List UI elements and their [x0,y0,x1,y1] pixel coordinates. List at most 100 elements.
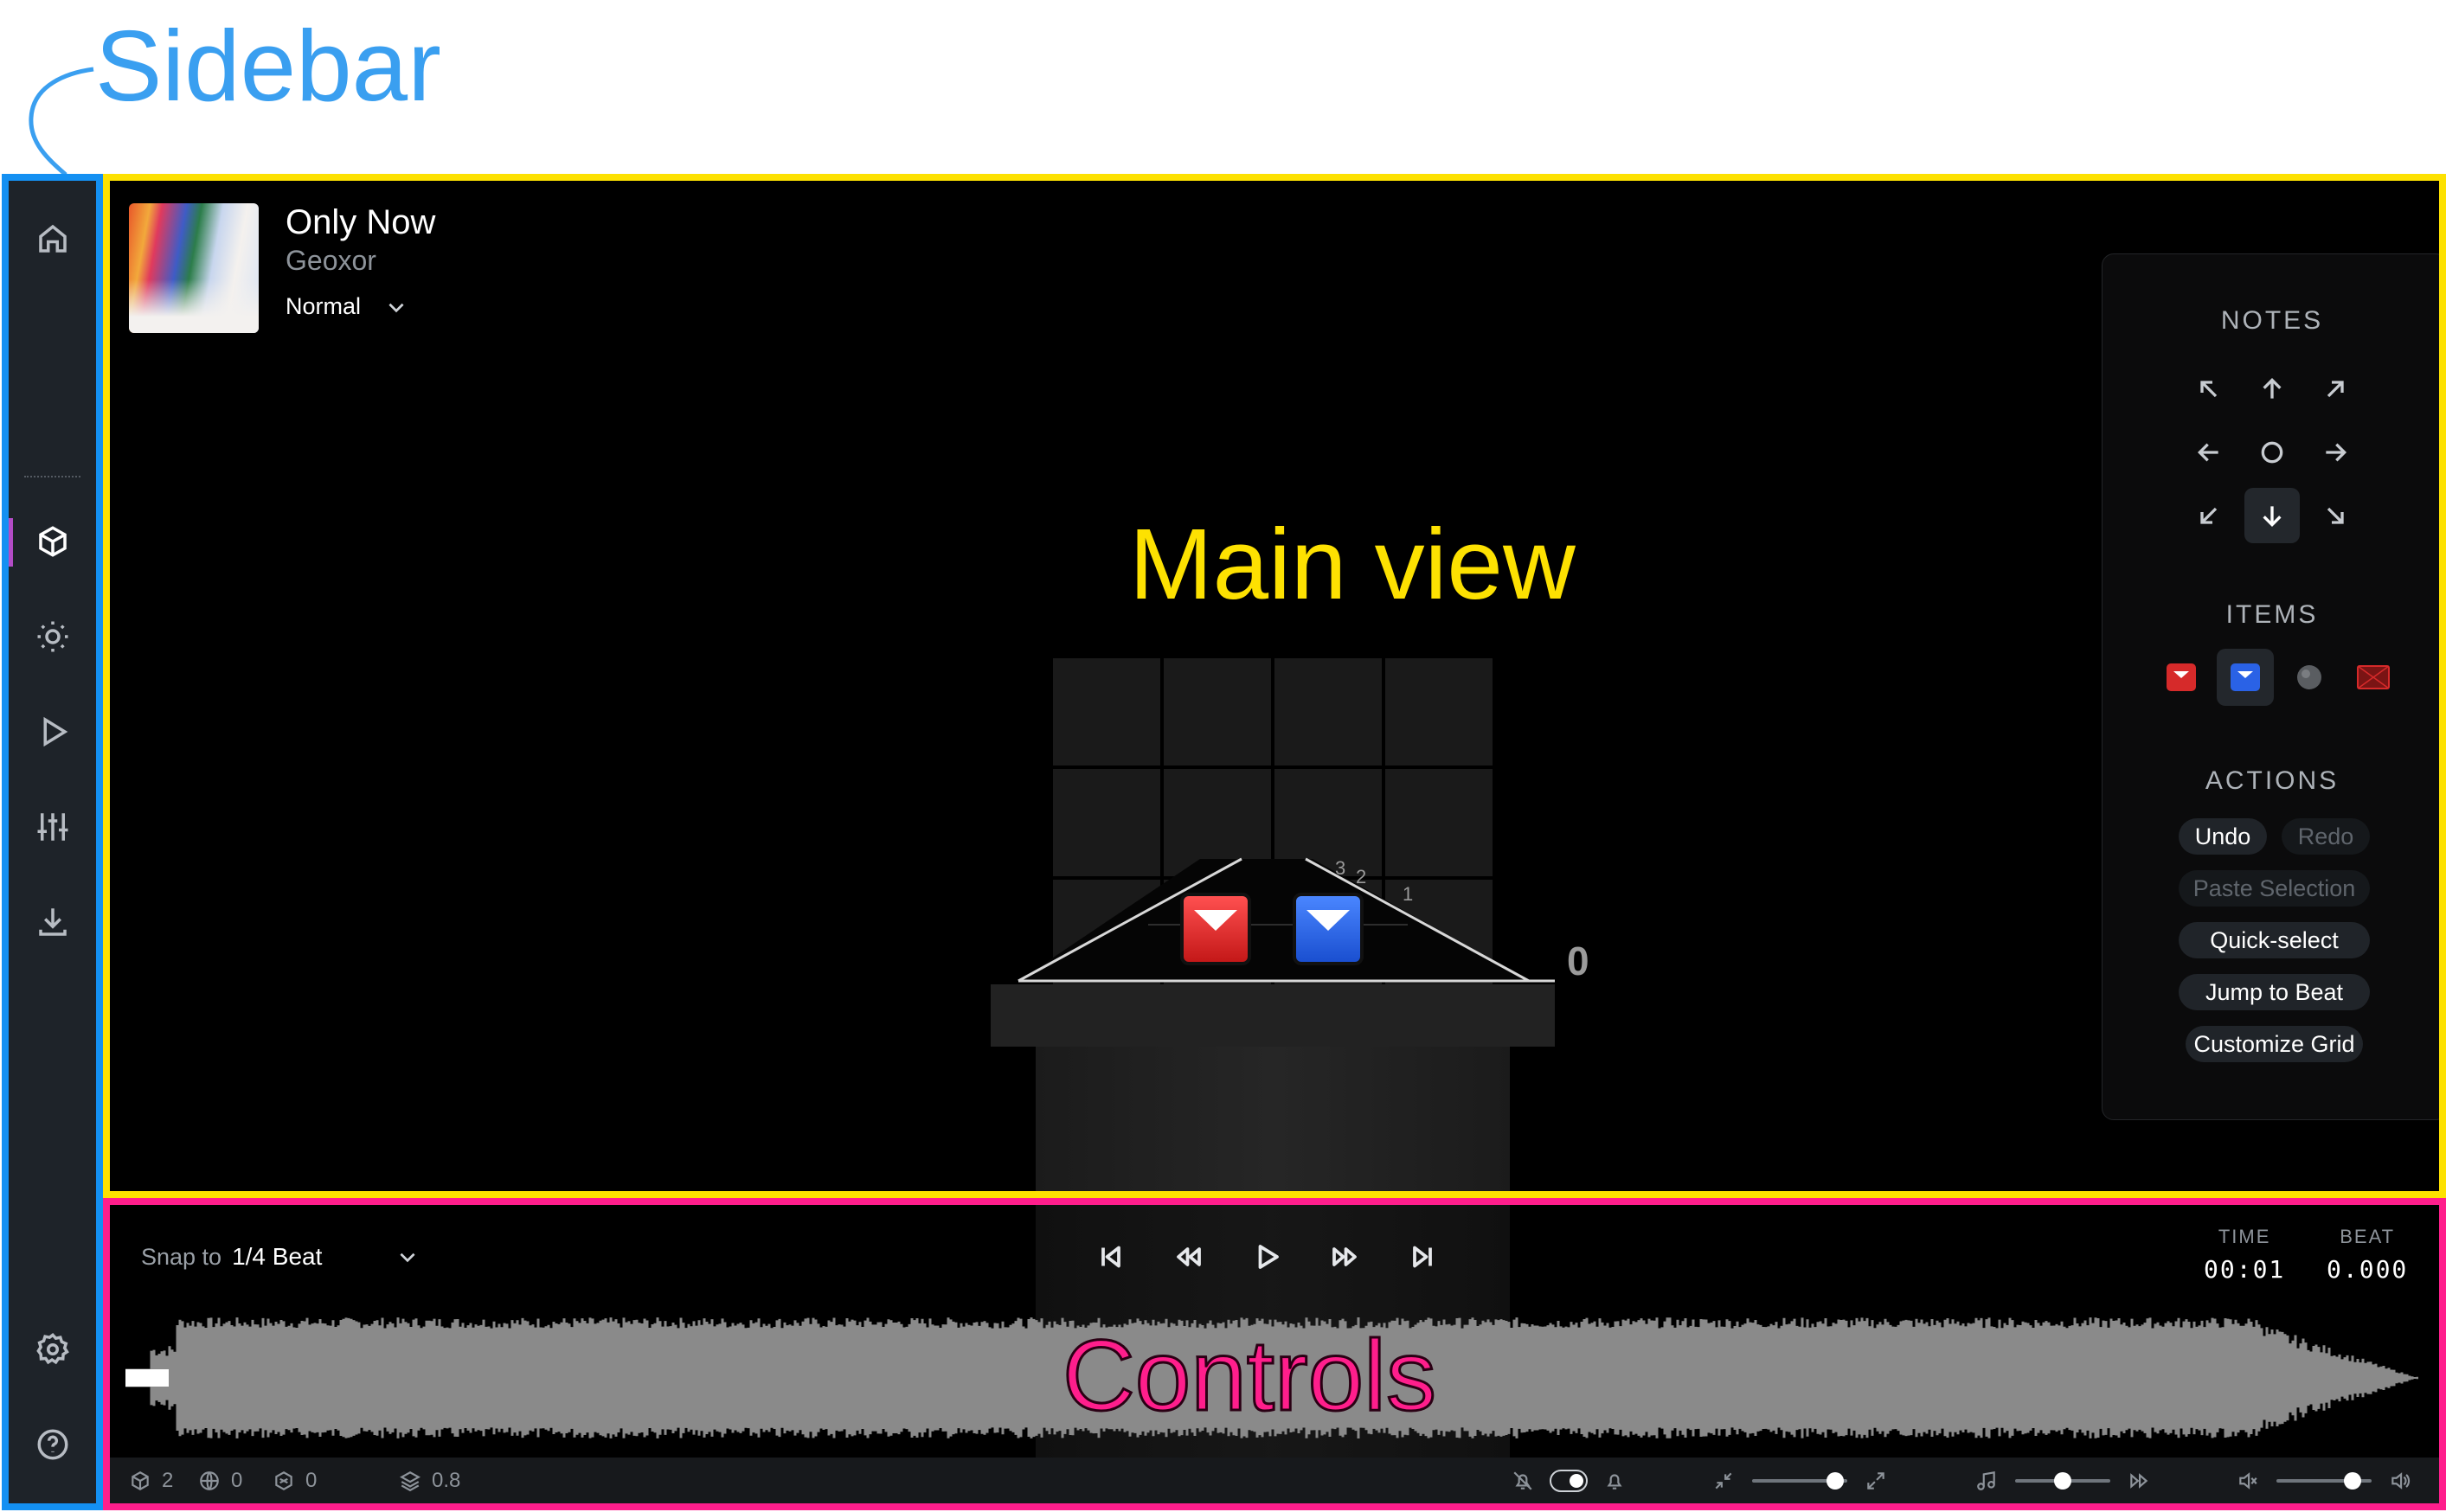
volume-slider-knob[interactable] [2344,1471,2361,1490]
music-note-icon [1977,1470,1995,1490]
snap-label: Snap to [141,1243,222,1270]
minimize-icon [1715,1472,1732,1489]
item-bomb-button[interactable] [2281,649,2338,706]
arrow-up-icon [2263,377,2282,399]
playback-speed-slider-knob[interactable] [2054,1471,2071,1490]
actions-header: ACTIONS [2205,766,2340,795]
direction-down-button[interactable] [2244,488,2300,543]
volume-slider[interactable] [2276,1471,2372,1490]
track-lines [1018,857,1555,983]
playback-speed-control [1975,1458,2150,1503]
blue-note-block[interactable] [1293,893,1364,965]
time-label: TIME [2218,1226,2271,1247]
song-title: Only Now [286,203,436,241]
sidebar-item-preview[interactable] [26,705,80,759]
layers-icon [400,1470,421,1491]
redo-button[interactable]: Redo [2282,818,2370,855]
cube-outline-icon [275,1470,292,1490]
undo-button[interactable]: Undo [2179,818,2267,855]
down-arrow-marker-icon [1306,910,1350,931]
sidebar-item-lighting[interactable] [26,610,80,663]
arrow-up-left-icon [2200,381,2218,398]
zoom-slider-knob[interactable] [1826,1471,1844,1490]
rewind-icon [1177,1247,1201,1266]
sidebar-annotation-leader [29,67,94,176]
arrow-down-icon [2263,506,2282,528]
chevron-down-icon [400,1253,415,1263]
sidebar-active-indicator [9,518,13,567]
jump-to-beat-button[interactable]: Jump to Beat [2179,974,2370,1010]
metronome-control [1512,1458,1626,1503]
item-blue-block-button[interactable] [2217,649,2274,706]
notes-count-value: 2 [162,1468,174,1492]
sidebar-item-download[interactable] [26,895,80,949]
rewind-button[interactable] [1168,1236,1210,1278]
arrow-left-icon [2197,443,2218,462]
zoom-slider[interactable] [1752,1471,1847,1490]
sidebar-item-notes[interactable] [26,515,80,568]
obstacles-count: 0 [273,1458,317,1503]
download-icon [39,908,67,936]
opacity-control[interactable]: 0.8 [399,1458,460,1503]
quick-select-button[interactable]: Quick-select [2179,922,2370,958]
fast-forward-button[interactable] [1324,1236,1365,1278]
paste-selection-button[interactable]: Paste Selection [2179,870,2370,907]
chevron-down-icon [388,303,404,312]
controls-bar: Snap to 1/4 Beat TIME 00:01 BEAT 0.000 C… [110,1205,2439,1503]
arrow-right-icon [2326,443,2347,462]
sidebar [9,181,96,1503]
status-bar: 2 0 0 0.8 [110,1458,2439,1503]
beat-display[interactable]: BEAT 0.000 [2327,1226,2408,1284]
time-display: TIME 00:01 [2204,1226,2285,1284]
snap-select[interactable]: Snap to 1/4 Beat [141,1243,419,1271]
direction-right-button[interactable] [2308,425,2363,480]
snap-value: 1/4 Beat [232,1243,323,1270]
skip-forward-icon [1413,1246,1432,1268]
direction-any-button[interactable] [2244,425,2300,480]
lane-number: 1 [1403,883,1414,905]
beat-label: BEAT [2340,1226,2396,1247]
sidebar-item-help[interactable] [26,1418,80,1471]
metronome-toggle[interactable] [1550,1469,1588,1492]
waveform-playhead [125,1369,169,1387]
beat-value: 0.000 [2327,1255,2409,1284]
sidebar-divider [24,476,80,477]
blue-block-icon [2231,663,2260,691]
direction-up-left-button[interactable] [2181,362,2237,417]
skip-to-start-button[interactable] [1090,1236,1132,1278]
maximize-icon [1867,1471,1884,1490]
direction-down-left-button[interactable] [2181,488,2237,543]
events-count: 0 [198,1458,242,1503]
tool-panel: NOTES ITEMS ACTIONS Undo Redo Paste Sele… [2102,253,2439,1120]
direction-left-button[interactable] [2181,425,2237,480]
play-icon [1258,1245,1279,1269]
play-button[interactable] [1246,1236,1287,1278]
sidebar-item-settings-sliders[interactable] [26,800,80,854]
direction-up-right-button[interactable] [2308,362,2363,417]
playback-speed-slider[interactable] [2015,1471,2110,1490]
item-obstacle-button[interactable] [2345,649,2402,706]
fast-forward-icon [2130,1472,2148,1489]
sidebar-item-home[interactable] [26,212,80,266]
red-block-icon [2167,663,2196,691]
main-view: 3 2 1 0 Only Now Geoxor Normal Main view… [110,181,2439,1191]
opacity-value: 0.8 [432,1468,461,1492]
direction-up-button[interactable] [2244,362,2300,417]
transport-controls [1090,1236,1443,1278]
fast-forward-icon [1332,1247,1357,1266]
play-icon [43,716,68,747]
difficulty-select[interactable]: Normal [286,293,408,320]
editor-scene[interactable]: 3 2 1 0 [110,181,2439,1191]
skip-to-end-button[interactable] [1402,1236,1443,1278]
direction-down-right-button[interactable] [2308,488,2363,543]
customize-grid-button[interactable]: Customize Grid [2186,1026,2363,1062]
notes-header: NOTES [2220,306,2324,335]
bell-off-icon [1513,1470,1532,1490]
home-icon [39,224,67,253]
red-note-block[interactable] [1180,893,1251,965]
item-red-block-button[interactable] [2153,649,2210,706]
time-value: 00:01 [2204,1255,2286,1284]
sidebar-item-settings[interactable] [26,1323,80,1376]
help-icon [37,1429,68,1460]
volume-icon [2391,1471,2411,1490]
